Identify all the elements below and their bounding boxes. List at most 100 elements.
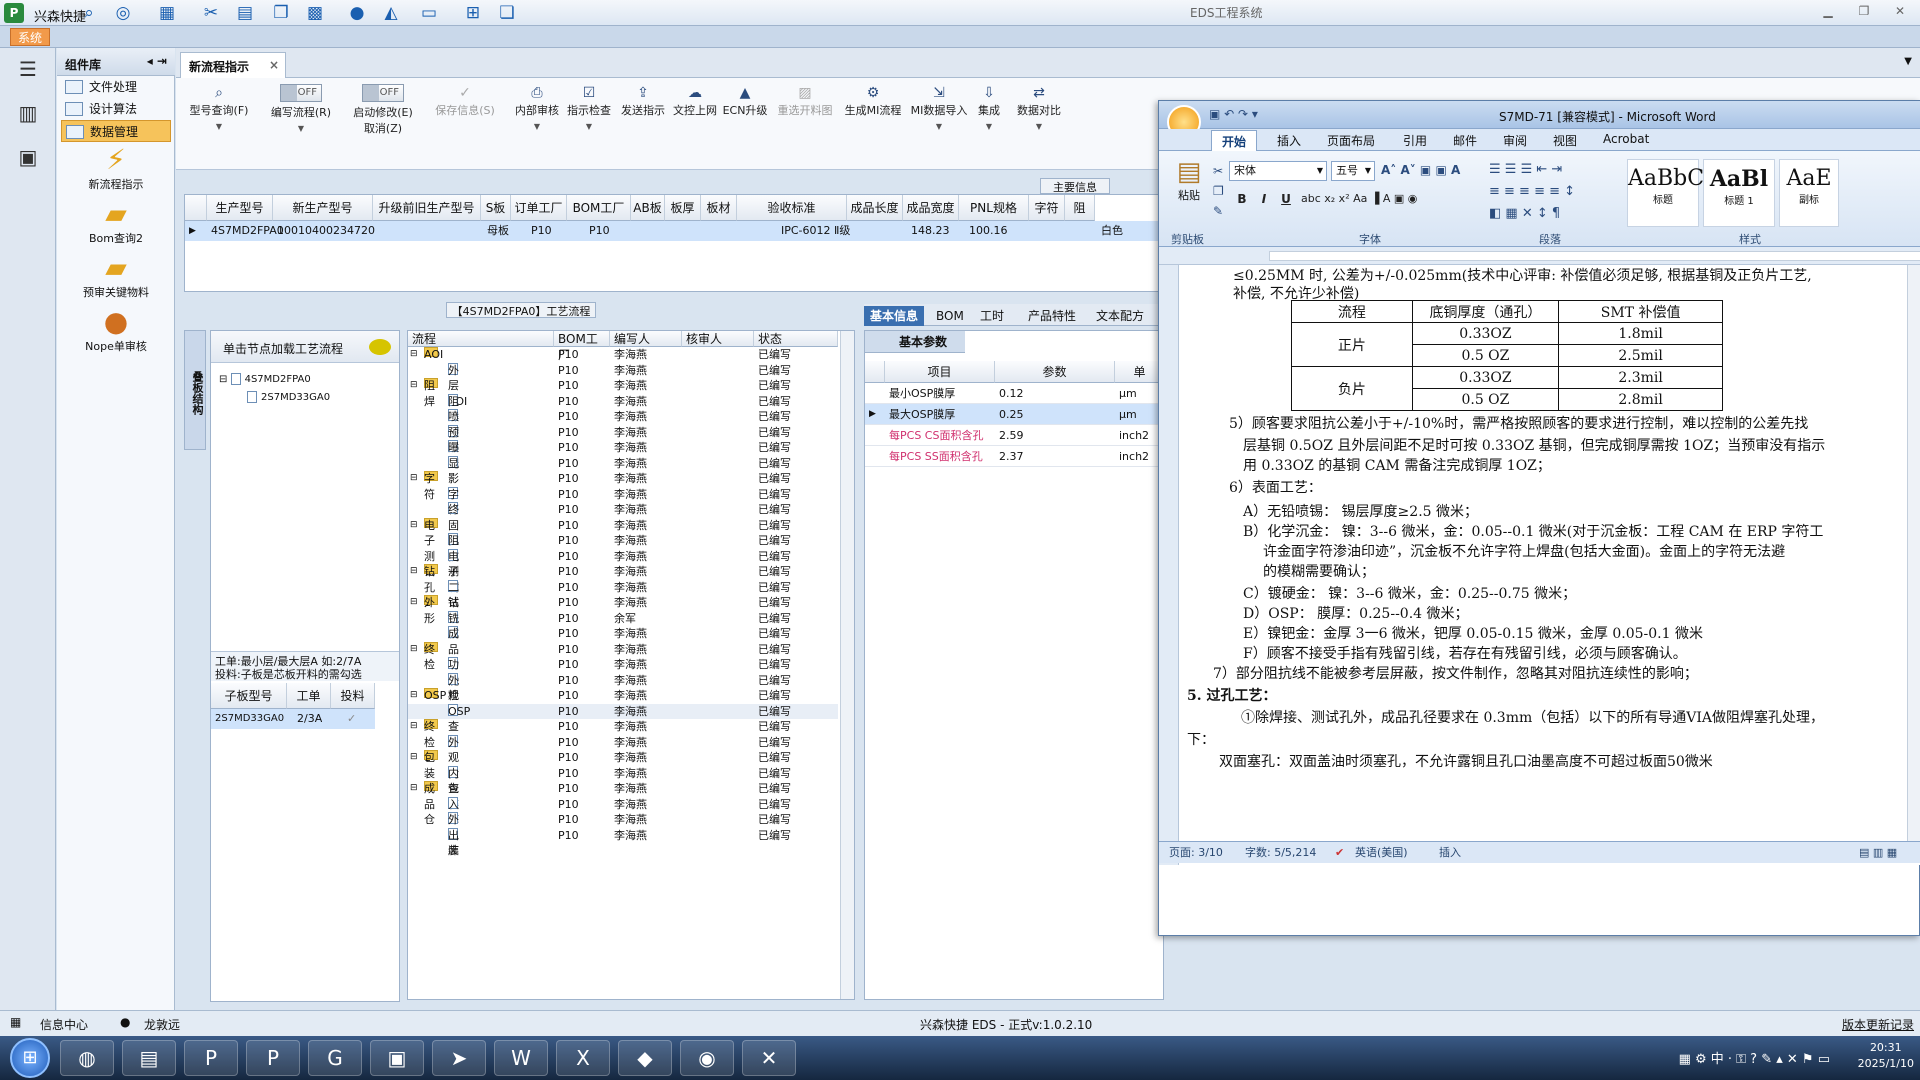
sidebar-item-file[interactable]: 文件处理: [61, 76, 171, 98]
col-header[interactable]: 验收标准: [737, 195, 847, 221]
changelog-link[interactable]: 版本更新记录: [1842, 1016, 1914, 1033]
tab-product-features[interactable]: 产品特性: [1022, 306, 1082, 326]
new-flow-button[interactable]: ⚡ 新流程指示: [71, 144, 161, 192]
cell[interactable]: IPC-6012 Ⅱ级: [777, 221, 850, 241]
list-item[interactable]: ⊟ 外形 P10 李海燕 已编写: [408, 595, 838, 625]
collapse-icon[interactable]: ⊟: [410, 471, 418, 487]
paragraph-tools[interactable]: ☰ ☰ ☰ ⇤ ⇥ ≡ ≡ ≡ ≡ ≡ ↕ ◧ ▦ ✕ ↕ ¶: [1489, 159, 1575, 225]
style-title[interactable]: AaBbC 标题: [1627, 159, 1704, 227]
collapse-icon[interactable]: ⊟: [410, 750, 418, 766]
col-header[interactable]: 阻: [1065, 195, 1095, 221]
col-header[interactable]: 参数: [995, 361, 1115, 383]
list-item[interactable]: 曝光P10李海燕已编写: [408, 440, 838, 470]
grid-icon[interactable]: ▩: [304, 3, 326, 23]
tab-basic-info[interactable]: 基本信息: [864, 306, 925, 326]
collapse-icon[interactable]: ⊟: [410, 595, 418, 611]
collapse-icon[interactable]: ⊟: [410, 781, 418, 797]
feishu-icon[interactable]: ➤: [432, 1040, 486, 1076]
collapse-icon[interactable]: ⊟: [410, 688, 418, 704]
clock[interactable]: 20:31 2025/1/10: [1858, 1040, 1914, 1072]
proofing-icon[interactable]: ✔: [1335, 842, 1344, 864]
menu-icon[interactable]: ☰: [12, 54, 44, 84]
col-header[interactable]: 升级前旧生产型号: [373, 195, 481, 221]
list-item[interactable]: ⊟ 成品仓 P10 李海燕 已编写: [408, 781, 838, 826]
col-header[interactable]: BOM工厂: [567, 195, 631, 221]
table-row[interactable]: 最小OSP膜厚 0.12 μm: [865, 383, 1165, 404]
monitor-icon[interactable]: ▭: [418, 3, 440, 23]
cell[interactable]: 2S7MD33GA0: [211, 709, 284, 729]
cell[interactable]: 母板: [483, 221, 509, 241]
collapse-icon[interactable]: ⊟: [410, 564, 418, 580]
list-item[interactable]: 铣板P10余军已编写: [408, 610, 838, 640]
param-value[interactable]: 0.25: [999, 404, 1024, 425]
paste-button[interactable]: ▤ 粘贴: [1167, 157, 1211, 203]
col-header[interactable]: 生产型号: [207, 195, 273, 221]
write-flow-switch[interactable]: OFF: [280, 84, 322, 102]
table-icon[interactable]: ▦: [156, 3, 178, 23]
tab-insert[interactable]: 插入: [1277, 132, 1301, 149]
save-info-button[interactable]: ✓ 保存信息(S): [426, 84, 504, 118]
nope-review-button[interactable]: ● Nope单审核: [71, 306, 161, 354]
col-header[interactable]: 板材: [701, 195, 737, 221]
bom-query-button[interactable]: ▰ Bom查询2: [71, 198, 161, 246]
col-header[interactable]: S板: [481, 195, 511, 221]
lifebuoy-icon[interactable]: ◎: [112, 3, 134, 23]
font-size-buttons[interactable]: A˄ A˅ ▣ ▣ A: [1381, 163, 1460, 177]
sidebar-item-design[interactable]: 设计算法: [61, 98, 171, 120]
italic-button[interactable]: I: [1253, 189, 1275, 209]
param-value[interactable]: 2.37: [999, 446, 1024, 467]
tree-node-child[interactable]: 2S7MD33GA0: [247, 391, 330, 403]
col-header[interactable]: 成品长度: [847, 195, 903, 221]
tab-acrobat[interactable]: Acrobat: [1603, 132, 1649, 146]
col-header[interactable]: 订单工厂: [511, 195, 567, 221]
user-icon[interactable]: ●: [346, 3, 368, 23]
col-header[interactable]: 投料: [331, 683, 375, 709]
list-item[interactable]: 内包装P10李海燕已编写: [408, 765, 838, 811]
calculator-icon[interactable]: ▣: [12, 142, 44, 172]
col-header[interactable]: 流程: [408, 331, 554, 347]
tab-text-recipe[interactable]: 文本配方: [1090, 306, 1150, 326]
key-material-button[interactable]: ▰ 预审关键物料: [71, 252, 161, 300]
style-heading1[interactable]: AaBl 标题 1: [1703, 159, 1775, 227]
table-row[interactable]: ▶ 最大OSP膜厚 0.25 μm: [865, 404, 1165, 425]
list-item[interactable]: 二钻 P10 李海燕 已编写: [408, 579, 838, 609]
tab-basic-params[interactable]: 基本参数: [865, 331, 965, 353]
restore-icon[interactable]: ❐: [1854, 4, 1874, 20]
page-indicator[interactable]: 页面: 3/10: [1169, 842, 1223, 864]
collapse-icon[interactable]: ⊟: [410, 642, 418, 658]
col-header[interactable]: PNL规格: [959, 195, 1029, 221]
list-item[interactable]: ⊟ AOI P10 李海燕 已编写: [408, 347, 838, 363]
scrollbar[interactable]: [840, 331, 854, 999]
book-icon[interactable]: ◆: [618, 1040, 672, 1076]
minimize-icon[interactable]: ▁: [1818, 4, 1838, 20]
close-icon[interactable]: ×: [269, 58, 279, 72]
shell-app-icon[interactable]: ◍: [60, 1040, 114, 1076]
list-item[interactable]: 喷涂P10李海燕已编写: [408, 409, 838, 439]
horizontal-ruler[interactable]: [1159, 247, 1920, 265]
underline-button[interactable]: U: [1275, 189, 1297, 209]
tree-node-root[interactable]: ⊟ 4S7MD2FPA0: [219, 373, 311, 385]
param-value[interactable]: 2.59: [999, 425, 1024, 446]
col-header[interactable]: 成品宽度: [903, 195, 959, 221]
col-header[interactable]: 新生产型号: [273, 195, 373, 221]
chart-icon[interactable]: ◭: [380, 3, 402, 23]
collapse-icon[interactable]: ⊟: [410, 518, 418, 534]
list-item[interactable]: ⊟ 阻焊 P10 李海燕 已编写: [408, 378, 838, 408]
list-item[interactable]: ⊟ 终检 P10 李海燕 已编写: [408, 641, 838, 671]
checkbox[interactable]: ✓: [343, 709, 356, 729]
start-edit-switch[interactable]: OFF: [362, 84, 404, 102]
save-disk-icon[interactable]: ▣: [370, 1040, 424, 1076]
eds-app-icon[interactable]: P: [184, 1040, 238, 1076]
collapse-icon[interactable]: ⊟: [410, 347, 418, 363]
red-app-icon[interactable]: G: [308, 1040, 362, 1076]
style-subtitle[interactable]: AaE 副标: [1779, 159, 1839, 227]
tab-new-flow[interactable]: 新流程指示 ×: [180, 52, 286, 78]
tab-bom[interactable]: BOM: [930, 306, 970, 326]
font-size-select[interactable]: 五号 ▼: [1331, 161, 1375, 181]
scissors-icon[interactable]: ✂: [200, 3, 222, 23]
film-icon[interactable]: ▤: [234, 3, 256, 23]
col-header[interactable]: BOM工厂: [554, 331, 610, 362]
col-header[interactable]: AB板: [631, 195, 665, 221]
col-header[interactable]: 核审人: [682, 331, 754, 347]
list-item[interactable]: 字符P10李海燕已编写: [408, 486, 838, 516]
